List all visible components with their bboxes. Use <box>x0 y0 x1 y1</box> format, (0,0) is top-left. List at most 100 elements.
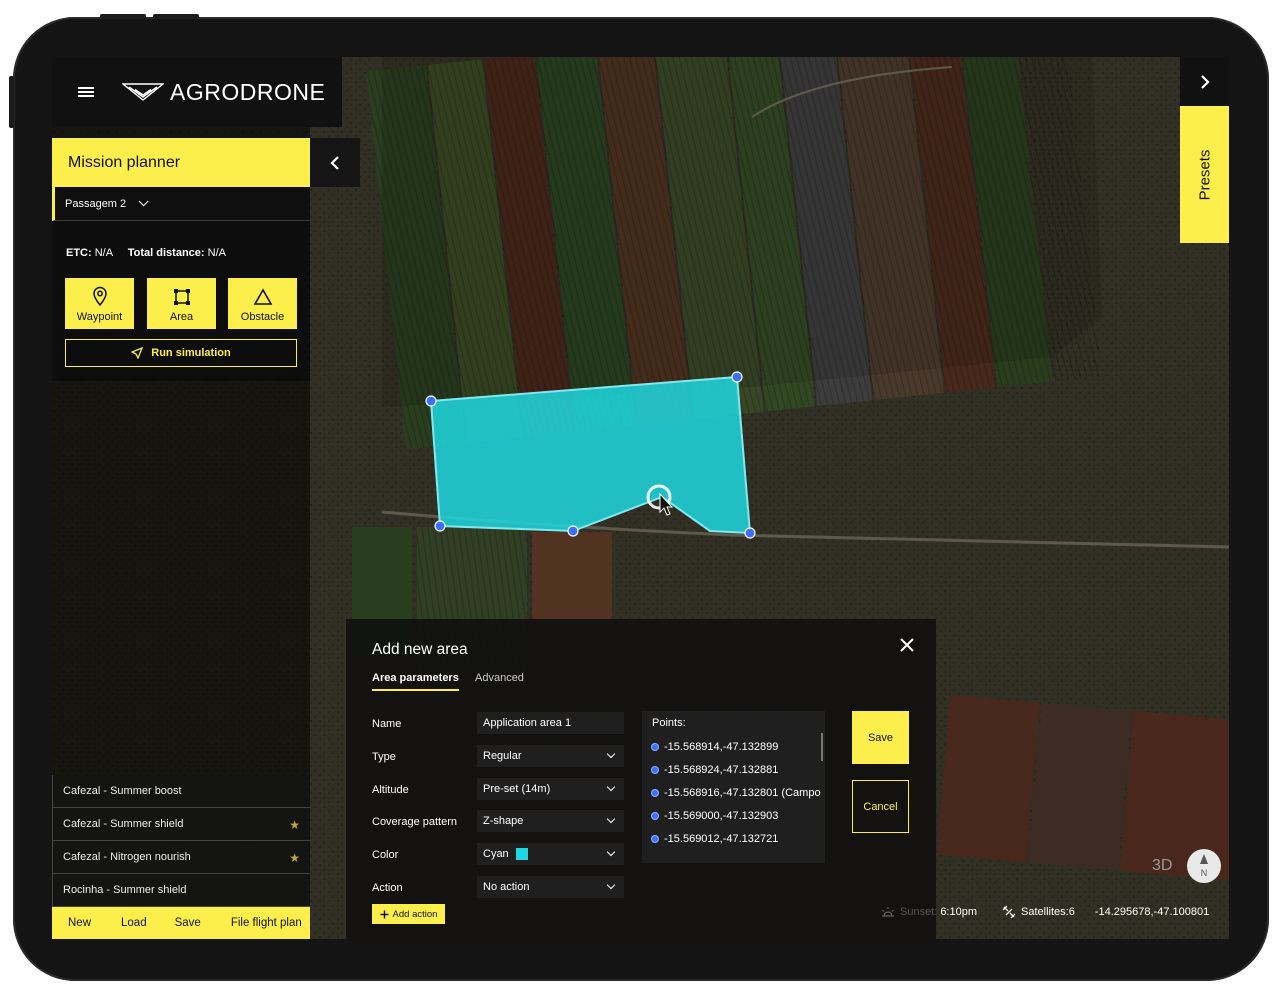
chevron-right-icon <box>1200 74 1210 89</box>
brand-logo: AGRODRONE <box>122 79 325 105</box>
load-button[interactable]: Load <box>121 917 147 929</box>
point-item[interactable]: -15.569012,-47.132721 <box>652 827 815 850</box>
preset-label: Cafezal - Nitrogen nourish <box>63 851 191 863</box>
save-plan-button[interactable]: Save <box>175 917 201 929</box>
satellites-count: Satellites:6 <box>1021 905 1075 918</box>
preset-item[interactable]: Cafezal - Nitrogen nourish ★ <box>52 841 310 874</box>
point-item[interactable]: -15.568916,-47.132801 (Campo <box>652 781 821 804</box>
star-icon[interactable]: ★ <box>289 818 300 832</box>
new-button[interactable]: New <box>68 917 91 929</box>
distance-label: Total distance: <box>127 247 205 259</box>
panel-title: Mission planner <box>52 138 310 187</box>
point-coordinates: -15.568924,-47.132881 <box>664 763 779 776</box>
chevron-down-icon <box>606 782 616 792</box>
chevron-down-icon <box>606 814 616 824</box>
compass-icon: N <box>1200 854 1208 878</box>
run-simulation-button[interactable]: Run simulation <box>65 339 297 367</box>
presets-expand-button[interactable] <box>1180 57 1229 106</box>
etc-label: ETC: <box>66 247 92 259</box>
panel-bottom-bar: New Load Save File flight plan <box>52 907 310 939</box>
points-list[interactable]: Points: -15.568914,-47.132899 -15.568924… <box>642 711 825 863</box>
preset-item[interactable]: Cafezal - Summer boost <box>52 775 310 808</box>
coverage-value: Z-shape <box>483 815 524 827</box>
action-select[interactable]: No action <box>477 876 624 898</box>
name-field[interactable]: Application area 1 <box>477 712 624 734</box>
star-icon[interactable]: ★ <box>289 851 300 865</box>
mission-name: Passagem 2 <box>65 197 127 210</box>
dialog-title: Add new area <box>372 641 468 658</box>
point-dot-icon <box>652 743 658 750</box>
sunset-label: Sunset: <box>900 905 938 918</box>
view-3d-toggle[interactable]: 3D <box>1152 857 1172 875</box>
color-select[interactable]: Cyan <box>477 843 624 865</box>
run-simulation-label: Run simulation <box>151 347 231 359</box>
add-action-label: Add action <box>392 908 438 920</box>
cancel-button[interactable]: Cancel <box>852 780 909 833</box>
save-button[interactable]: Save <box>852 711 909 764</box>
triangle-icon <box>253 288 272 305</box>
obstacle-label: Obstacle <box>240 311 285 323</box>
tablet-button <box>100 14 146 19</box>
preset-list: Cafezal - Summer boost Cafezal - Summer … <box>52 775 310 907</box>
tablet-button <box>9 76 14 128</box>
drone-logo-icon <box>122 83 164 101</box>
satellite-icon <box>1002 905 1016 918</box>
chevron-down-icon <box>138 196 149 207</box>
file-flight-plan-button[interactable]: File flight plan <box>231 917 302 929</box>
app-screen: AGRODRONE Mission planner Passagem 2 ETC… <box>52 57 1229 939</box>
presets-tab-label: Presets <box>1196 149 1213 200</box>
point-coordinates: -15.569012,-47.132721 <box>664 832 779 845</box>
preset-item[interactable]: Cafezal - Summer shield ★ <box>52 808 310 841</box>
area-label: Area <box>169 311 194 323</box>
obstacle-tool-button[interactable]: Obstacle <box>228 278 297 329</box>
compass-letter: N <box>1201 868 1208 878</box>
preset-label: Cafezal - Summer boost <box>63 785 182 797</box>
type-value: Regular <box>483 750 522 762</box>
area-tool-button[interactable]: Area <box>147 278 216 329</box>
add-action-button[interactable]: Add action <box>372 904 445 924</box>
tab-area-parameters[interactable]: Area parameters <box>372 672 459 691</box>
point-dot-icon <box>652 766 658 773</box>
point-item[interactable]: -15.569000,-47.132903 <box>652 804 815 827</box>
mission-stats: ETC: N/A Total distance: N/A <box>66 247 226 259</box>
preset-item[interactable]: Rocinha - Summer shield <box>52 874 310 907</box>
point-item[interactable]: -15.568914,-47.132899 <box>652 735 815 758</box>
chevron-down-icon <box>606 847 616 857</box>
tab-advanced[interactable]: Advanced <box>475 672 524 684</box>
color-swatch <box>515 848 528 860</box>
name-label: Name <box>372 718 402 730</box>
plus-icon <box>380 910 389 918</box>
coverage-label: Coverage pattern <box>372 816 457 828</box>
app-header: AGRODRONE <box>52 57 342 127</box>
sunset-value: 6:10pm <box>940 905 978 918</box>
altitude-label: Altitude <box>372 784 409 796</box>
distance-value: N/A <box>207 247 226 259</box>
point-dot-icon <box>652 812 658 819</box>
action-label: Action <box>372 882 403 894</box>
waypoint-tool-button[interactable]: Waypoint <box>65 278 134 329</box>
type-select[interactable]: Regular <box>477 745 624 767</box>
chevron-left-icon <box>330 155 339 170</box>
preset-label: Cafezal - Summer shield <box>63 818 184 830</box>
compass-button[interactable]: N <box>1187 849 1221 883</box>
point-coordinates: -15.569000,-47.132903 <box>664 809 779 822</box>
status-bar: Sunset: 6:10pm Satellites:6 -14.295678,-… <box>870 890 1229 933</box>
color-value: Cyan <box>483 848 509 860</box>
close-icon[interactable] <box>899 637 915 653</box>
etc-value: N/A <box>94 247 113 259</box>
points-scrollbar[interactable] <box>821 733 823 761</box>
collapse-panel-button[interactable] <box>310 138 360 187</box>
name-value: Application area 1 <box>483 717 572 729</box>
action-value: No action <box>483 881 530 893</box>
type-label: Type <box>372 751 396 763</box>
point-item[interactable]: -15.568924,-47.132881 <box>652 758 815 781</box>
hamburger-menu-icon[interactable] <box>78 85 96 99</box>
map-pin-icon <box>92 286 107 306</box>
altitude-select[interactable]: Pre-set (14m) <box>477 778 624 800</box>
preset-label: Rocinha - Summer shield <box>63 884 187 896</box>
point-coordinates: -15.568916,-47.132801 (Campo <box>664 786 821 799</box>
presets-tab[interactable]: Presets <box>1180 106 1229 243</box>
send-arrow-icon <box>131 347 144 359</box>
mission-selector[interactable]: Passagem 2 <box>52 187 310 221</box>
coverage-select[interactable]: Z-shape <box>477 810 624 832</box>
